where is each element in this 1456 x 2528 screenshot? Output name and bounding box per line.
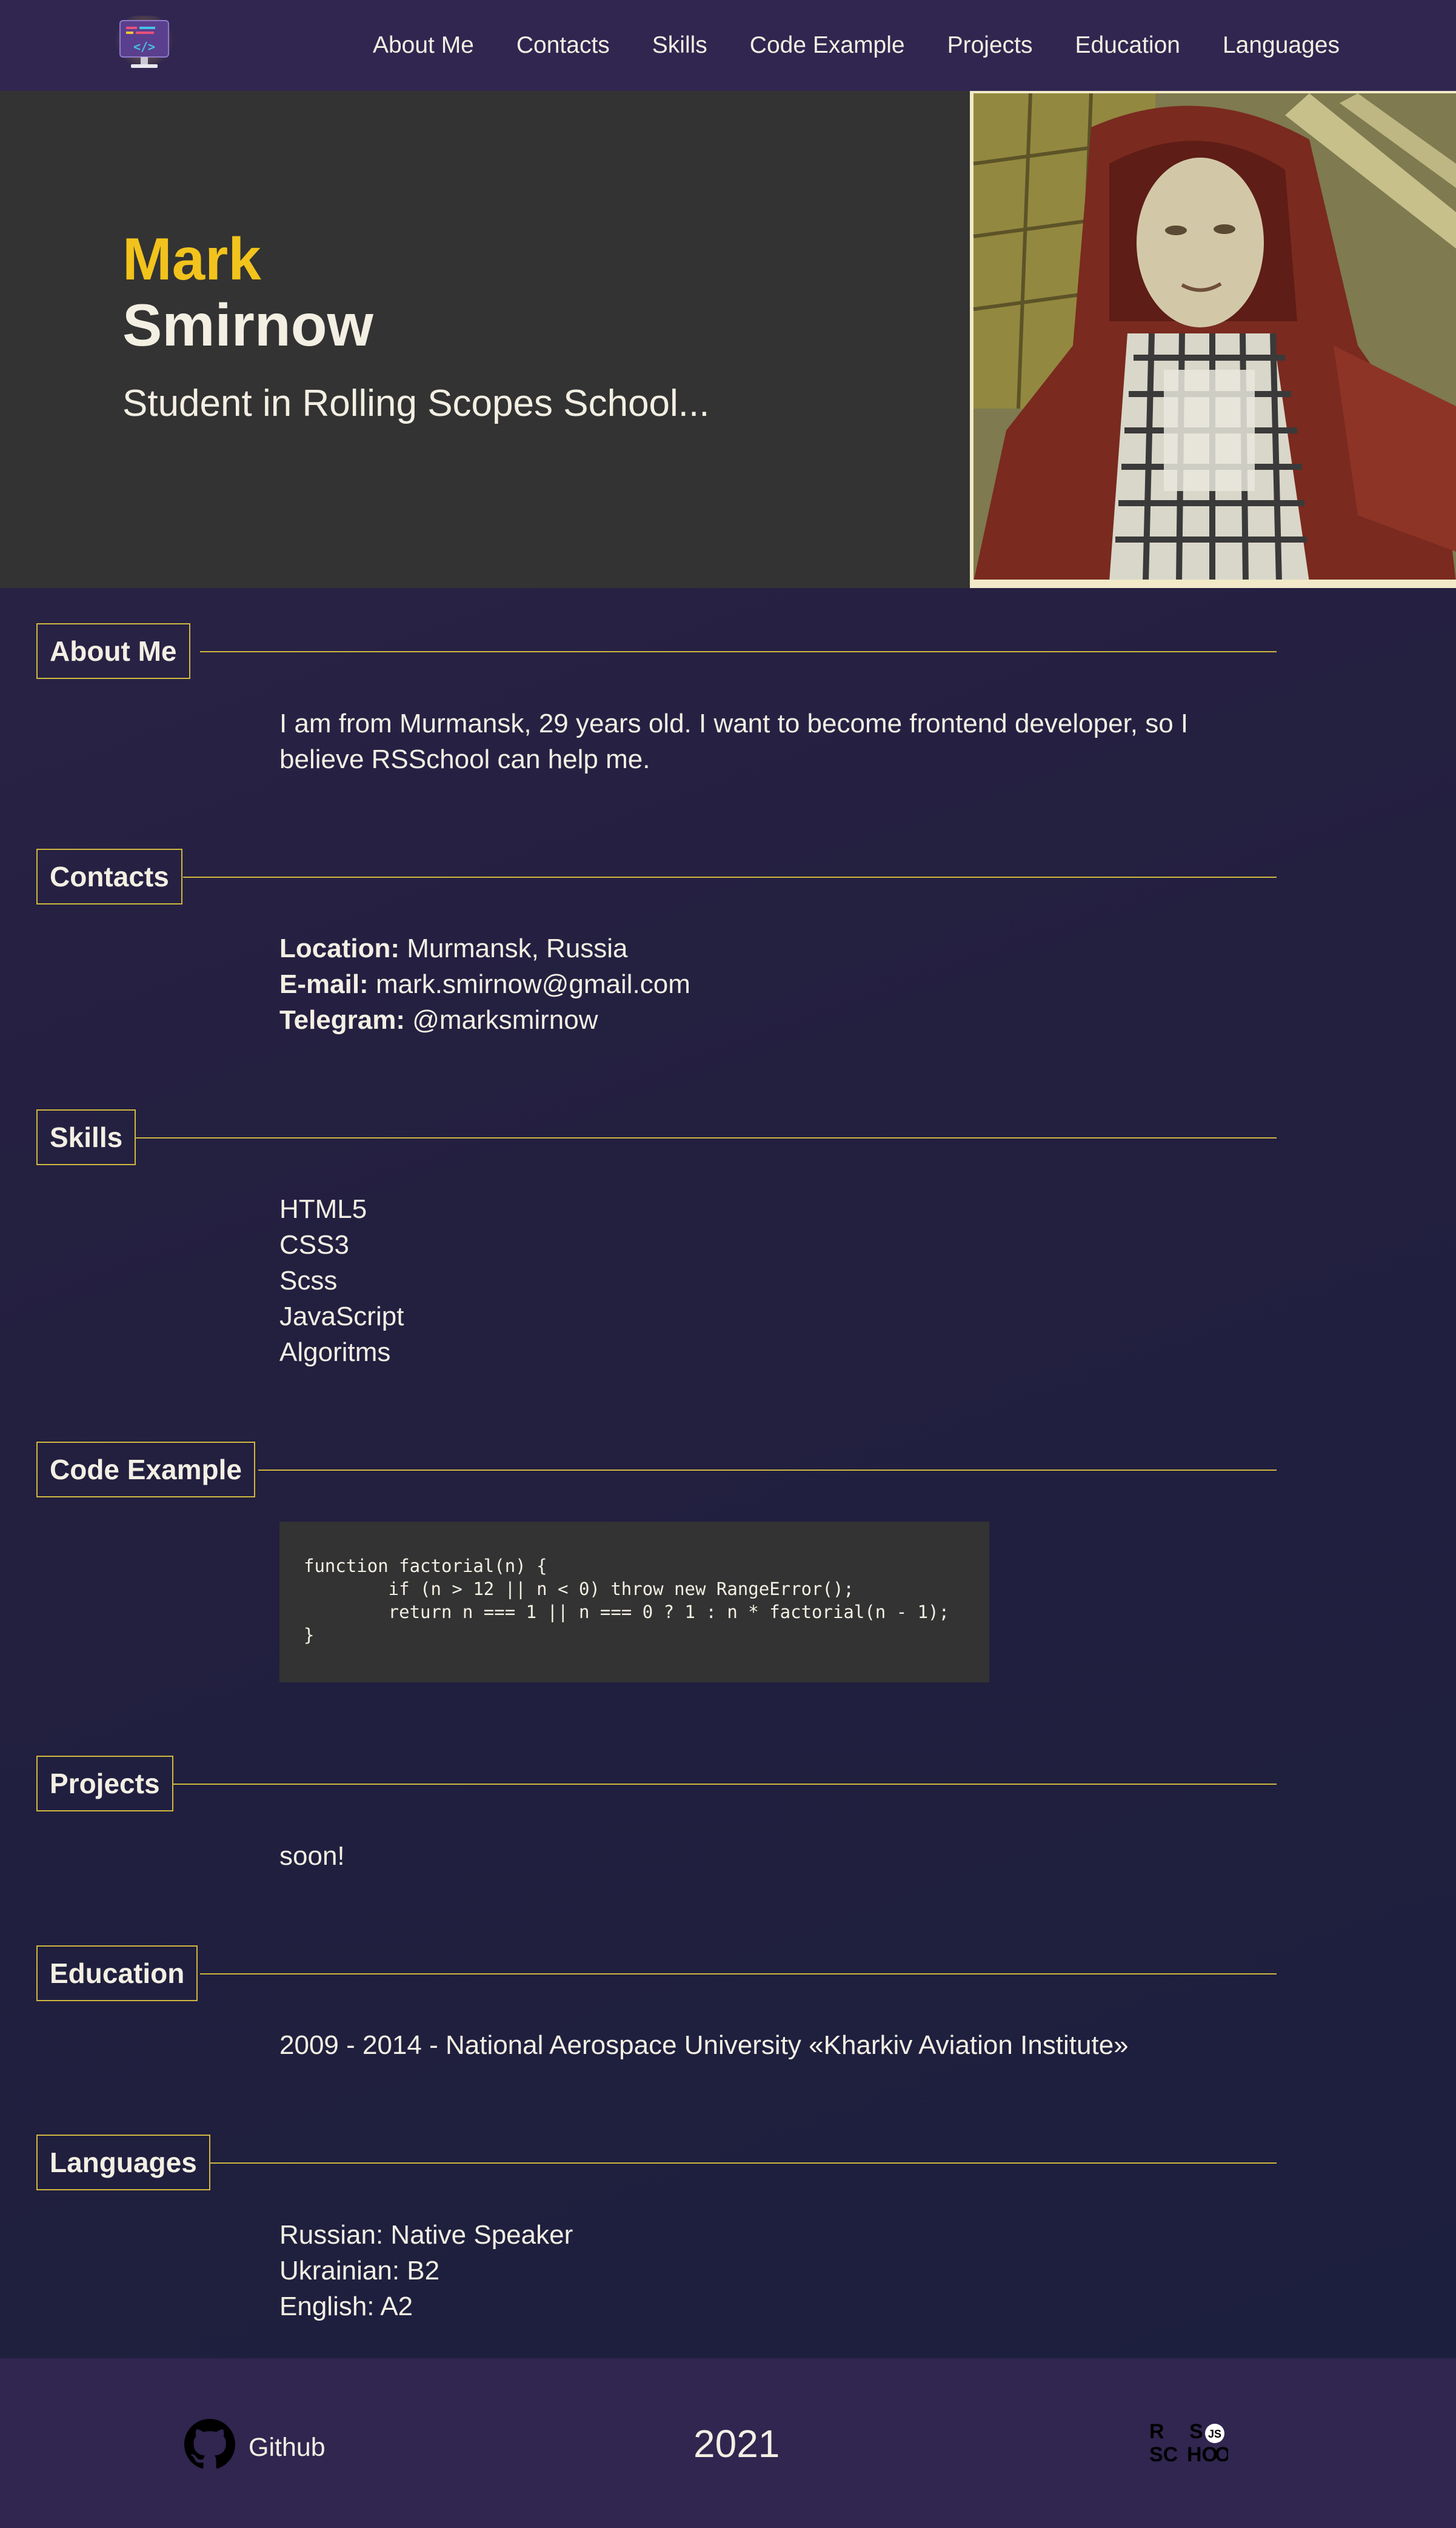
hero-last-name: Smirnow: [122, 292, 373, 358]
nav-link-contacts[interactable]: Contacts: [516, 32, 610, 59]
nav-link-projects[interactable]: Projects: [947, 32, 1033, 59]
education-text: 2009 - 2014 - National Aerospace Univers…: [279, 2030, 1129, 2060]
code-monitor-icon[interactable]: </>: [114, 13, 175, 74]
skill-item: Algoritms: [279, 1337, 391, 1367]
svg-text:R: R: [1149, 2420, 1164, 2443]
section-title-skills: Skills: [36, 1109, 136, 1165]
section-title-about: About Me: [36, 623, 190, 679]
svg-text:JS: JS: [1208, 2428, 1221, 2440]
section-divider: [210, 2162, 1277, 2164]
projects-text: soon!: [279, 1841, 345, 1871]
rs-school-logo[interactable]: R S JS SC HO OL: [1149, 2419, 1243, 2466]
skills-list: HTML5 CSS3 Scss JavaScript Algoritms: [279, 1191, 404, 1370]
contact-location-label: Location:: [279, 934, 399, 963]
section-title-code-example: Code Example: [36, 1442, 255, 1497]
section-title-education: Education: [36, 1945, 198, 2001]
main-nav: About Me Contacts Skills Code Example Pr…: [373, 0, 1340, 91]
site-header: </> About Me Contacts Skills Code Exampl…: [0, 0, 1456, 91]
svg-text:HO: HO: [1187, 2443, 1218, 2465]
nav-link-languages[interactable]: Languages: [1223, 32, 1340, 59]
section-divider: [135, 1137, 1277, 1139]
contact-telegram: Telegram: @marksmirnow: [279, 1002, 690, 1038]
language-item: Ukrainian: B2: [279, 2256, 440, 2286]
hero-section: Mark Smirnow Student in Rolling Scopes S…: [0, 91, 970, 588]
section-divider: [258, 1470, 1277, 1471]
svg-text:S: S: [1189, 2420, 1203, 2443]
nav-link-education[interactable]: Education: [1075, 32, 1180, 59]
section-divider: [183, 877, 1277, 878]
hero-subtitle: Student in Rolling Scopes School...: [122, 383, 710, 424]
contact-location-value: Murmansk, Russia: [407, 934, 628, 963]
skill-item: Scss: [279, 1266, 338, 1296]
hero-first-name: Mark: [122, 226, 261, 292]
github-icon: [184, 2419, 235, 2476]
section-title-languages: Languages: [36, 2135, 210, 2190]
about-text: I am from Murmansk, 29 years old. I want…: [279, 709, 1189, 774]
nav-link-code-example[interactable]: Code Example: [750, 32, 905, 59]
svg-text:SC: SC: [1149, 2443, 1178, 2465]
section-divider: [173, 1784, 1277, 1785]
nav-link-skills[interactable]: Skills: [652, 32, 707, 59]
skill-item: JavaScript: [279, 1302, 404, 1331]
contact-location: Location: Murmansk, Russia: [279, 931, 690, 966]
contact-email-value[interactable]: mark.smirnow@gmail.com: [376, 969, 690, 999]
profile-photo: [970, 91, 1456, 588]
code-snippet: function factorial(n) { if (n > 12 || n …: [279, 1522, 989, 1682]
language-item: English: A2: [279, 2292, 413, 2321]
contact-email: E-mail: mark.smirnow@gmail.com: [279, 966, 690, 1002]
github-label: Github: [249, 2433, 326, 2462]
footer-year: 2021: [693, 2422, 780, 2466]
section-title-contacts: Contacts: [36, 849, 182, 905]
section-divider: [200, 1973, 1277, 1975]
github-link[interactable]: Github: [184, 2419, 326, 2476]
nav-link-about[interactable]: About Me: [373, 32, 474, 59]
skill-item: HTML5: [279, 1194, 367, 1224]
section-divider: [200, 651, 1277, 652]
contacts-list: Location: Murmansk, Russia E-mail: mark.…: [279, 931, 690, 1038]
contact-email-label: E-mail:: [279, 969, 369, 999]
svg-text:OL: OL: [1215, 2443, 1228, 2465]
svg-text:</>: </>: [133, 39, 155, 54]
languages-list: Russian: Native Speaker Ukrainian: B2 En…: [279, 2217, 573, 2324]
skill-item: CSS3: [279, 1230, 349, 1260]
contact-telegram-label: Telegram:: [279, 1005, 406, 1035]
contact-telegram-value[interactable]: @marksmirnow: [412, 1005, 598, 1035]
section-title-projects: Projects: [36, 1756, 173, 1811]
site-footer: Github 2021 R S JS SC HO OL: [0, 2358, 1456, 2528]
language-item: Russian: Native Speaker: [279, 2220, 573, 2250]
